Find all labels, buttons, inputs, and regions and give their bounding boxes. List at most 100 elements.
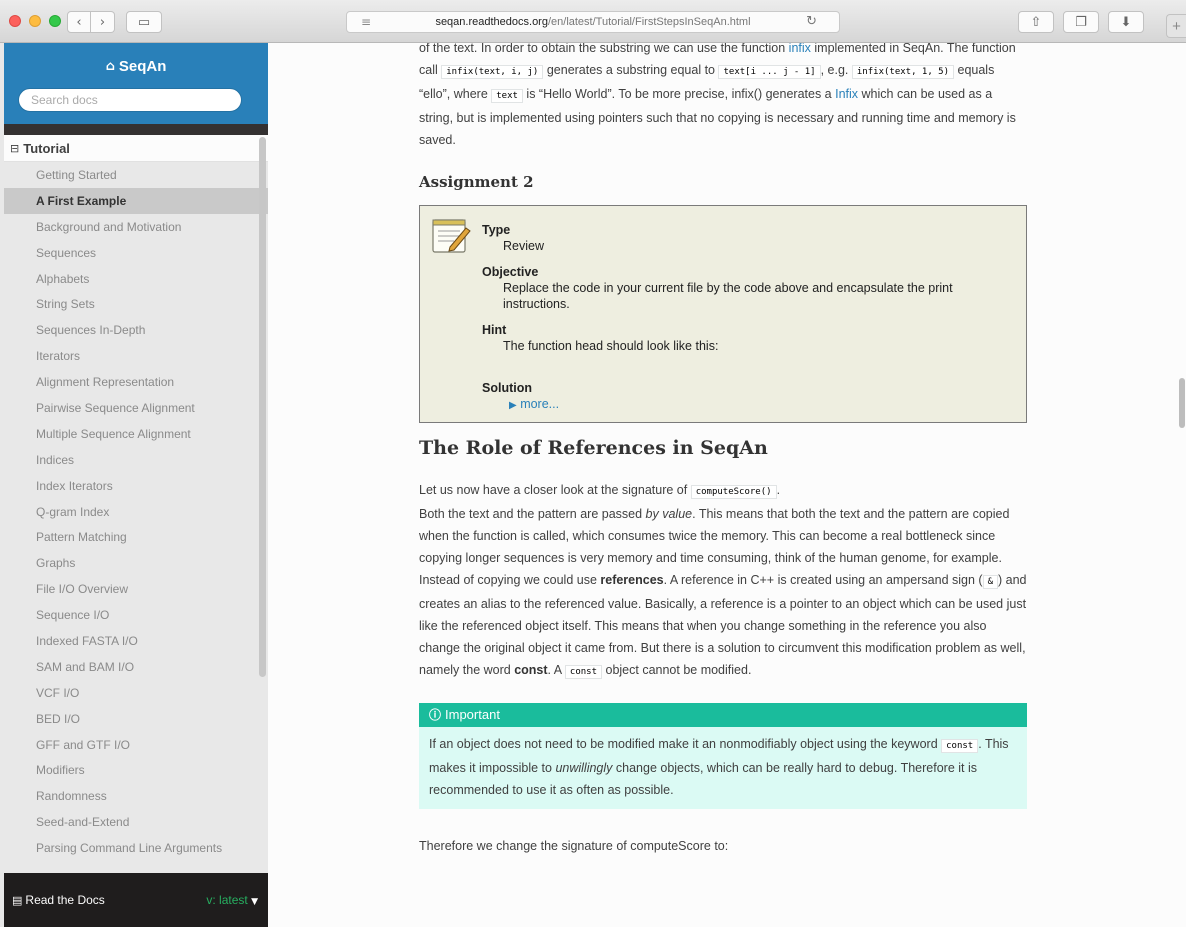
tabs-overview-button[interactable]: ❐ xyxy=(1063,11,1099,33)
sidebar-gap xyxy=(4,124,268,135)
inline-code: text xyxy=(491,89,523,103)
search-input[interactable] xyxy=(18,88,242,112)
sidebar-item[interactable]: Alignment Representation xyxy=(4,369,268,395)
sidebar-item[interactable]: Indices xyxy=(4,447,268,473)
solution-toggle[interactable]: ▶ more... xyxy=(482,396,1012,414)
rtd-versions-bar[interactable]: ▤ Read the Docs v: latest ▼ xyxy=(4,873,268,927)
text: generates a substring equal to xyxy=(543,63,719,77)
sidebar-item[interactable]: Pattern Matching xyxy=(4,524,268,550)
sidebar-item[interactable]: Seed-and-Extend xyxy=(4,809,268,835)
share-button[interactable]: ⇧ xyxy=(1018,11,1054,33)
text: Both the text and the pattern are passed xyxy=(419,507,646,521)
new-tab-button[interactable]: + xyxy=(1166,14,1186,38)
inline-code: infix(text, i, j) xyxy=(441,65,544,79)
admonition-title: ⓘ Important xyxy=(419,703,1027,727)
brand-link[interactable]: ⌂ SeqAn xyxy=(106,58,167,75)
book-icon: ▤ xyxy=(12,894,23,907)
sidebar-item[interactable]: Sequences xyxy=(4,240,268,266)
sidebar-item[interactable]: Index Iterators xyxy=(4,473,268,499)
emphasis: unwillingly xyxy=(555,761,613,775)
sidebar-item[interactable]: Parsing Command Line Arguments xyxy=(4,835,268,861)
inline-code: text[i ... j - 1] xyxy=(718,65,821,79)
sidebar-item[interactable]: Graphs xyxy=(4,550,268,576)
sidebar-item[interactable]: SAM and BAM I/O xyxy=(4,654,268,680)
url-path: /en/latest/Tutorial/FirstStepsInSeqAn.ht… xyxy=(547,16,751,28)
text: Instead of copying we could use xyxy=(419,573,601,587)
close-window-button[interactable] xyxy=(9,15,21,27)
text: object cannot be modified. xyxy=(602,663,752,677)
version-label: v: latest xyxy=(206,893,248,907)
menu-list: Getting Started A First Example Background… xyxy=(4,162,268,861)
version-selector[interactable]: v: latest ▼ xyxy=(206,893,258,907)
sidebar-item[interactable]: Sequence I/O xyxy=(4,602,268,628)
toolbar-actions: ⇧ ❐ ⬇ xyxy=(1018,11,1144,33)
sidebar-menu: ⊟ Tutorial Getting Started A First Exampl… xyxy=(4,135,268,873)
address-bar[interactable]: ≡ seqan.readthedocs.org/en/latest/Tutori… xyxy=(346,11,840,33)
reload-icon[interactable]: ↻ xyxy=(806,14,817,29)
infix-link[interactable]: infix xyxy=(789,43,811,55)
sidebar-item[interactable]: Iterators xyxy=(4,343,268,369)
main-content: of the text. In order to obtain the subs… xyxy=(268,43,1186,927)
minimize-window-button[interactable] xyxy=(29,15,41,27)
sidebar-item[interactable]: Indexed FASTA I/O xyxy=(4,628,268,654)
sidebar-scrollbar[interactable] xyxy=(259,137,266,677)
reader-list-icon[interactable]: ≡ xyxy=(361,15,371,29)
notepad-icon xyxy=(432,219,471,253)
collapse-icon: ⊟ xyxy=(10,141,20,155)
menu-caption-tutorial[interactable]: ⊟ Tutorial xyxy=(4,135,268,162)
back-button[interactable]: ‹ xyxy=(67,11,91,33)
text: ) and creates an alias to the referenced… xyxy=(419,573,1027,677)
sidebar-item[interactable]: Getting Started xyxy=(4,162,268,188)
intro-paragraph: of the text. In order to obtain the subs… xyxy=(419,43,1029,151)
downloads-button[interactable]: ⬇ xyxy=(1108,11,1144,33)
sidebar-item[interactable]: GFF and GTF I/O xyxy=(4,732,268,758)
text: . A xyxy=(547,663,565,677)
more-label: more... xyxy=(520,397,560,411)
sidebar-item[interactable]: String Sets xyxy=(4,291,268,317)
text: If an object does not need to be modifie… xyxy=(429,737,942,751)
sidebar-item[interactable]: Alphabets xyxy=(4,266,268,292)
sidebar-item[interactable]: Sequences In-Depth xyxy=(4,317,268,343)
brand-name: SeqAn xyxy=(118,58,167,75)
sidebar-item[interactable]: Background and Motivation xyxy=(4,214,268,240)
solution-label: Solution xyxy=(482,381,532,395)
menu-caption-label: Tutorial xyxy=(23,140,70,156)
zoom-window-button[interactable] xyxy=(49,15,61,27)
assignment-box: Type Review Objective Replace the code i… xyxy=(419,205,1027,423)
paragraph-change-signature: Therefore we change the signature of com… xyxy=(419,839,729,853)
text: , e.g. xyxy=(820,63,852,77)
paragraph-references: Instead of copying we could use referenc… xyxy=(419,569,1029,683)
forward-button[interactable]: › xyxy=(91,11,115,33)
emphasis: by value xyxy=(645,507,693,521)
paragraph-signature: Let us now have a closer look at the sig… xyxy=(419,479,1029,503)
objective-label: Objective xyxy=(482,265,539,279)
sidebar-item[interactable]: A First Example xyxy=(4,187,268,214)
show-sidebar-button[interactable]: ▭ xyxy=(126,11,162,33)
sidebar-item[interactable]: Q-gram Index xyxy=(4,499,268,525)
type-label: Type xyxy=(482,223,511,237)
sidebar-item[interactable]: Multiple Sequence Alignment xyxy=(4,421,268,447)
assignment-heading: Assignment 2 xyxy=(419,173,534,191)
window-controls xyxy=(9,15,61,27)
infix-class-link[interactable]: Infix xyxy=(835,87,858,101)
url-domain: seqan.readthedocs.org xyxy=(435,16,548,28)
caret-down-icon: ▼ xyxy=(251,897,258,907)
type-value: Review xyxy=(503,239,544,253)
sidebar-item[interactable]: VCF I/O xyxy=(4,680,268,706)
sidebar-item[interactable]: Modifiers xyxy=(4,757,268,783)
page-scrollbar[interactable] xyxy=(1179,378,1185,428)
hint-value: The function head should look like this: xyxy=(503,339,719,353)
sidebar-item[interactable]: File I/O Overview xyxy=(4,576,268,602)
info-icon: ⓘ xyxy=(429,708,442,722)
rtd-label: Read the Docs xyxy=(25,893,105,907)
sidebar-item[interactable]: Pairwise Sequence Alignment xyxy=(4,395,268,421)
paragraph-by-value: Both the text and the pattern are passed… xyxy=(419,503,1029,569)
inline-code: const xyxy=(941,739,979,753)
docs-sidebar: ⌂ SeqAn ⊟ Tutorial Getting StartedA Firs… xyxy=(4,43,268,927)
text: Let us now have a closer look at the sig… xyxy=(419,483,691,497)
sidebar-item[interactable]: Randomness xyxy=(4,783,268,809)
sidebar-item[interactable]: BED I/O xyxy=(4,706,268,732)
section-heading: The Role of References in SeqAn xyxy=(419,437,768,459)
inline-code: infix(text, 1, 5) xyxy=(851,65,955,79)
rtd-label-wrap: ▤ Read the Docs xyxy=(12,893,105,907)
